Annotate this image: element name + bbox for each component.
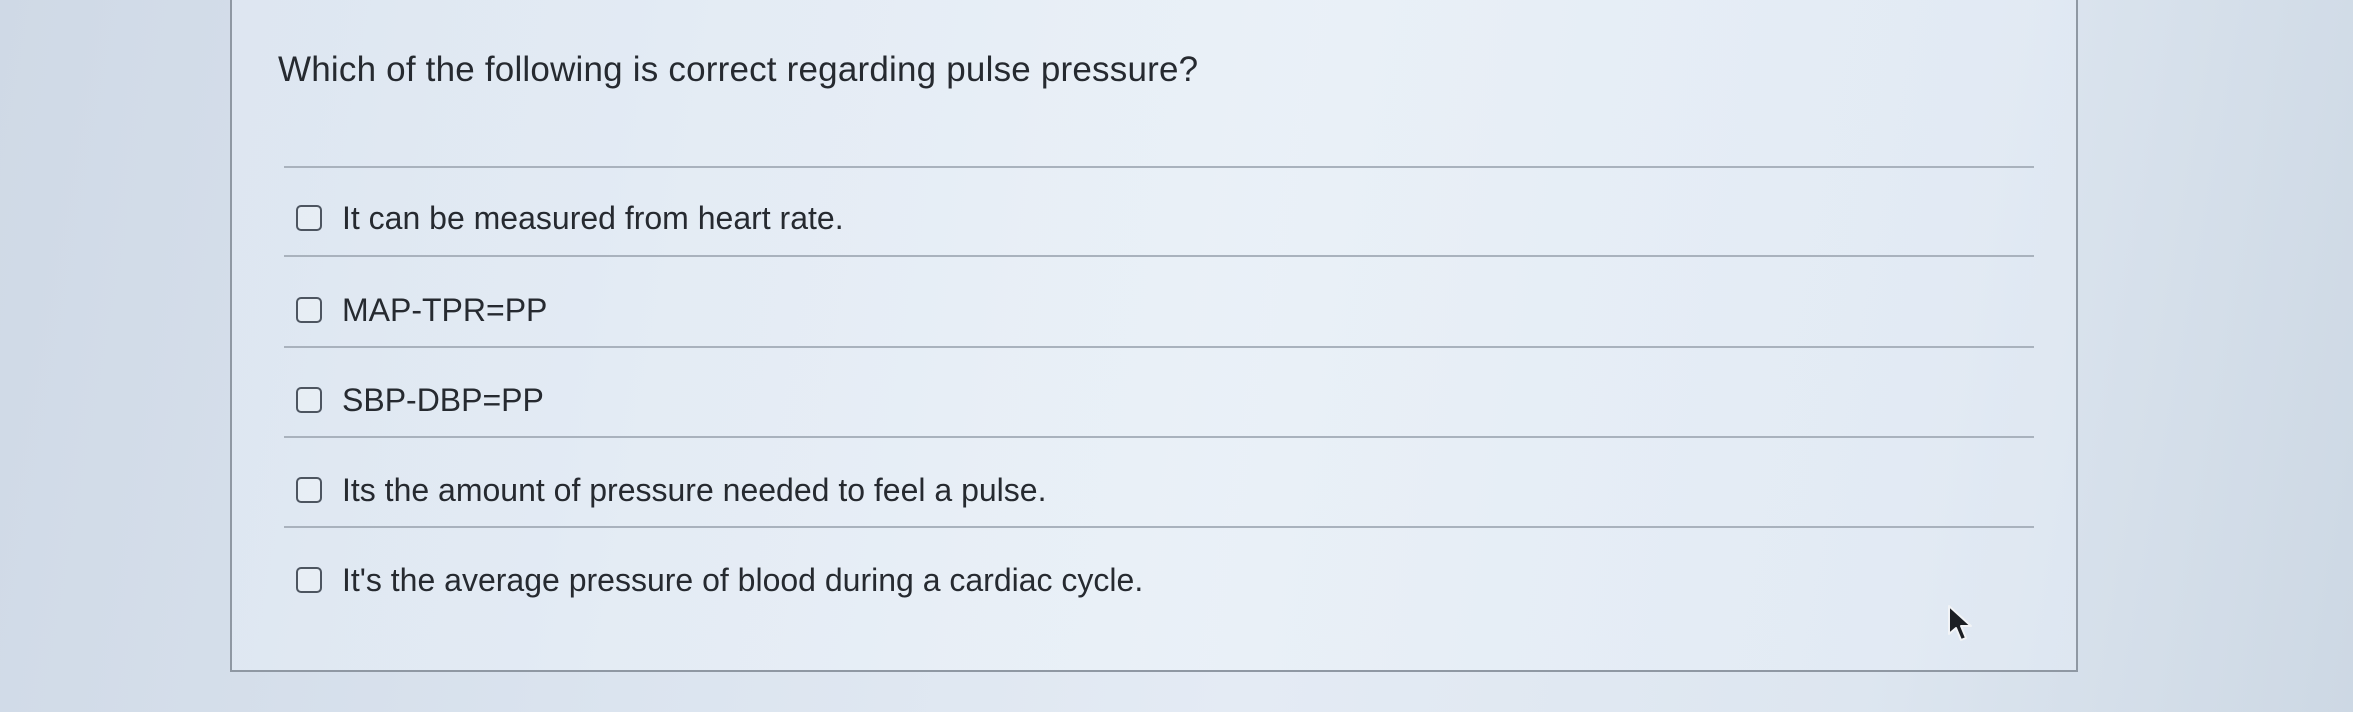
answer-option-2[interactable]: MAP-TPR=PP	[296, 286, 547, 334]
answer-option-label: SBP-DBP=PP	[342, 381, 544, 418]
answer-option-1[interactable]: It can be measured from heart rate.	[296, 194, 844, 242]
question-divider	[284, 166, 2034, 168]
answer-option-label: It can be measured from heart rate.	[342, 199, 844, 236]
checkbox-icon[interactable]	[296, 205, 322, 231]
option-divider	[284, 526, 2034, 528]
checkbox-icon[interactable]	[296, 387, 322, 413]
answer-option-3[interactable]: SBP-DBP=PP	[296, 376, 544, 424]
checkbox-icon[interactable]	[296, 567, 322, 593]
option-divider	[284, 255, 2034, 257]
answer-option-label: Its the amount of pressure needed to fee…	[342, 471, 1047, 508]
answer-option-label: It's the average pressure of blood durin…	[342, 561, 1144, 598]
option-divider	[284, 346, 2034, 348]
answer-option-4[interactable]: Its the amount of pressure needed to fee…	[296, 466, 1046, 514]
answer-option-label: MAP-TPR=PP	[342, 291, 548, 328]
option-divider	[284, 436, 2034, 438]
question-text: Which of the following is correct regard…	[278, 50, 1199, 89]
mouse-pointer-icon	[1948, 605, 1972, 641]
checkbox-icon[interactable]	[296, 477, 322, 503]
question-card: Which of the following is correct regard…	[230, 0, 2078, 672]
answer-option-5[interactable]: It's the average pressure of blood durin…	[296, 556, 1143, 604]
checkbox-icon[interactable]	[296, 297, 322, 323]
